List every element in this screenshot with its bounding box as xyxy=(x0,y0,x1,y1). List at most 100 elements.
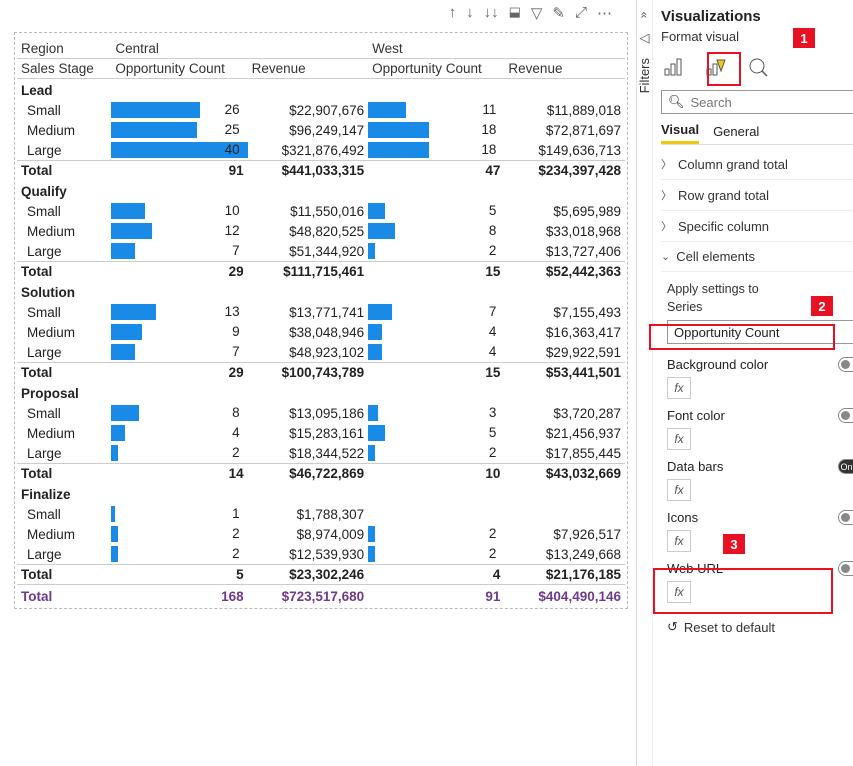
cell[interactable]: 4 xyxy=(368,565,504,585)
cell[interactable]: Total xyxy=(17,565,111,585)
filters-label[interactable]: Filters xyxy=(637,58,652,93)
cell[interactable]: $22,907,676 xyxy=(248,100,369,120)
acc-column-grand-total[interactable]: 〉Column grand total xyxy=(661,149,853,180)
cell[interactable]: $51,344,920 xyxy=(248,241,369,262)
data-bar-cell[interactable]: 2 xyxy=(111,443,247,464)
data-bar-cell[interactable]: 12 xyxy=(111,221,247,241)
stage-header[interactable]: Solution xyxy=(17,281,625,302)
cell[interactable]: $723,517,680 xyxy=(248,585,369,607)
data-bar-cell[interactable]: 4 xyxy=(368,342,504,363)
tab-visual[interactable]: Visual xyxy=(661,122,699,144)
cell[interactable]: $13,249,668 xyxy=(504,544,625,565)
fx-button[interactable]: fx xyxy=(667,428,691,450)
cell[interactable]: $43,032,669 xyxy=(504,464,625,484)
cell[interactable]: $441,033,315 xyxy=(248,161,369,181)
cell[interactable]: Small xyxy=(17,504,111,524)
cell[interactable]: $48,923,102 xyxy=(248,342,369,363)
cell[interactable]: Medium xyxy=(17,120,111,140)
search-input[interactable] xyxy=(691,95,853,110)
data-bar-cell[interactable] xyxy=(368,504,504,524)
cell[interactable]: $7,926,517 xyxy=(504,524,625,544)
data-bar-cell[interactable]: 26 xyxy=(111,100,247,120)
stage-header[interactable]: Qualify xyxy=(17,180,625,201)
cell[interactable]: Small xyxy=(17,100,111,120)
cell[interactable]: Total xyxy=(17,363,111,383)
stage-header[interactable]: Finalize xyxy=(17,483,625,504)
toggle-switch[interactable]: Off xyxy=(838,408,853,423)
cell[interactable]: Large xyxy=(17,443,111,464)
cell[interactable]: $52,442,363 xyxy=(504,262,625,282)
cell[interactable]: $16,363,417 xyxy=(504,322,625,342)
drill-up-icon[interactable]: ↑ xyxy=(449,4,457,22)
cell[interactable]: Total xyxy=(17,464,111,484)
cell[interactable]: $12,539,930 xyxy=(248,544,369,565)
tab-general[interactable]: General xyxy=(713,124,759,143)
data-bar-cell[interactable]: 18 xyxy=(368,120,504,140)
fx-button[interactable]: fx xyxy=(667,377,691,399)
data-bar-cell[interactable]: 1 xyxy=(111,504,247,524)
cell[interactable]: $7,155,493 xyxy=(504,302,625,322)
stage-header[interactable]: Proposal xyxy=(17,382,625,403)
col-header-west[interactable]: West xyxy=(368,39,625,59)
cell[interactable]: 5 xyxy=(111,565,247,585)
filters-icon[interactable]: ◁ xyxy=(640,30,650,46)
toggle-switch[interactable]: Off xyxy=(838,357,853,372)
cell[interactable]: Medium xyxy=(17,524,111,544)
cell[interactable]: $3,720,287 xyxy=(504,403,625,423)
data-bar-cell[interactable]: 10 xyxy=(111,201,247,221)
cell[interactable]: Large xyxy=(17,342,111,363)
cell[interactable]: $234,397,428 xyxy=(504,161,625,181)
cell[interactable]: Medium xyxy=(17,221,111,241)
cell[interactable]: $46,722,869 xyxy=(248,464,369,484)
cell[interactable]: $23,302,246 xyxy=(248,565,369,585)
measure-revenue-w[interactable]: Revenue xyxy=(504,59,625,79)
data-bar-cell[interactable]: 5 xyxy=(368,201,504,221)
data-bar-cell[interactable]: 3 xyxy=(368,403,504,423)
cell[interactable]: 91 xyxy=(368,585,504,607)
toggle-switch[interactable]: On xyxy=(838,459,853,474)
cell[interactable]: $13,727,406 xyxy=(504,241,625,262)
cell[interactable]: $15,283,161 xyxy=(248,423,369,443)
data-bar-cell[interactable]: 13 xyxy=(111,302,247,322)
cell[interactable]: $21,456,937 xyxy=(504,423,625,443)
data-bar-cell[interactable]: 9 xyxy=(111,322,247,342)
acc-cell-elements[interactable]: ⌄Cell elements xyxy=(661,242,853,272)
row-header-stage[interactable]: Sales Stage xyxy=(17,59,111,79)
cell[interactable]: $53,441,501 xyxy=(504,363,625,383)
data-bar-cell[interactable]: 25 xyxy=(111,120,247,140)
toggle-switch[interactable]: Off xyxy=(838,561,853,576)
cell[interactable]: Large xyxy=(17,140,111,161)
cell[interactable]: 29 xyxy=(111,363,247,383)
cell[interactable]: $72,871,697 xyxy=(504,120,625,140)
cell[interactable]: Medium xyxy=(17,322,111,342)
cell[interactable]: 29 xyxy=(111,262,247,282)
data-bar-cell[interactable]: 5 xyxy=(368,423,504,443)
toggle-switch[interactable]: Off xyxy=(838,510,853,525)
data-bar-cell[interactable]: 4 xyxy=(368,322,504,342)
row-header-region[interactable]: Region xyxy=(17,39,111,59)
data-bar-cell[interactable]: 11 xyxy=(368,100,504,120)
cell[interactable]: Total xyxy=(17,585,111,607)
collapse-icon[interactable]: « xyxy=(638,12,652,19)
cell[interactable]: 91 xyxy=(111,161,247,181)
cell[interactable]: $33,018,968 xyxy=(504,221,625,241)
cell[interactable]: $48,820,525 xyxy=(248,221,369,241)
cell[interactable]: $111,715,461 xyxy=(248,262,369,282)
popout-icon[interactable]: ⤢ xyxy=(575,4,587,22)
cell[interactable]: Small xyxy=(17,302,111,322)
data-bar-cell[interactable]: 8 xyxy=(368,221,504,241)
data-bar-cell[interactable]: 2 xyxy=(368,241,504,262)
stage-header[interactable]: Lead xyxy=(17,79,625,101)
cell[interactable]: $11,889,018 xyxy=(504,100,625,120)
cell[interactable]: Large xyxy=(17,241,111,262)
data-bar-cell[interactable]: 4 xyxy=(111,423,247,443)
cell[interactable]: $5,695,989 xyxy=(504,201,625,221)
cell[interactable]: $13,095,186 xyxy=(248,403,369,423)
cell[interactable]: $8,974,009 xyxy=(248,524,369,544)
cell[interactable]: $96,249,147 xyxy=(248,120,369,140)
data-bar-cell[interactable]: 7 xyxy=(111,241,247,262)
acc-row-grand-total[interactable]: 〉Row grand total xyxy=(661,180,853,211)
cell[interactable]: 47 xyxy=(368,161,504,181)
cell[interactable]: Medium xyxy=(17,423,111,443)
cell[interactable]: $29,922,591 xyxy=(504,342,625,363)
